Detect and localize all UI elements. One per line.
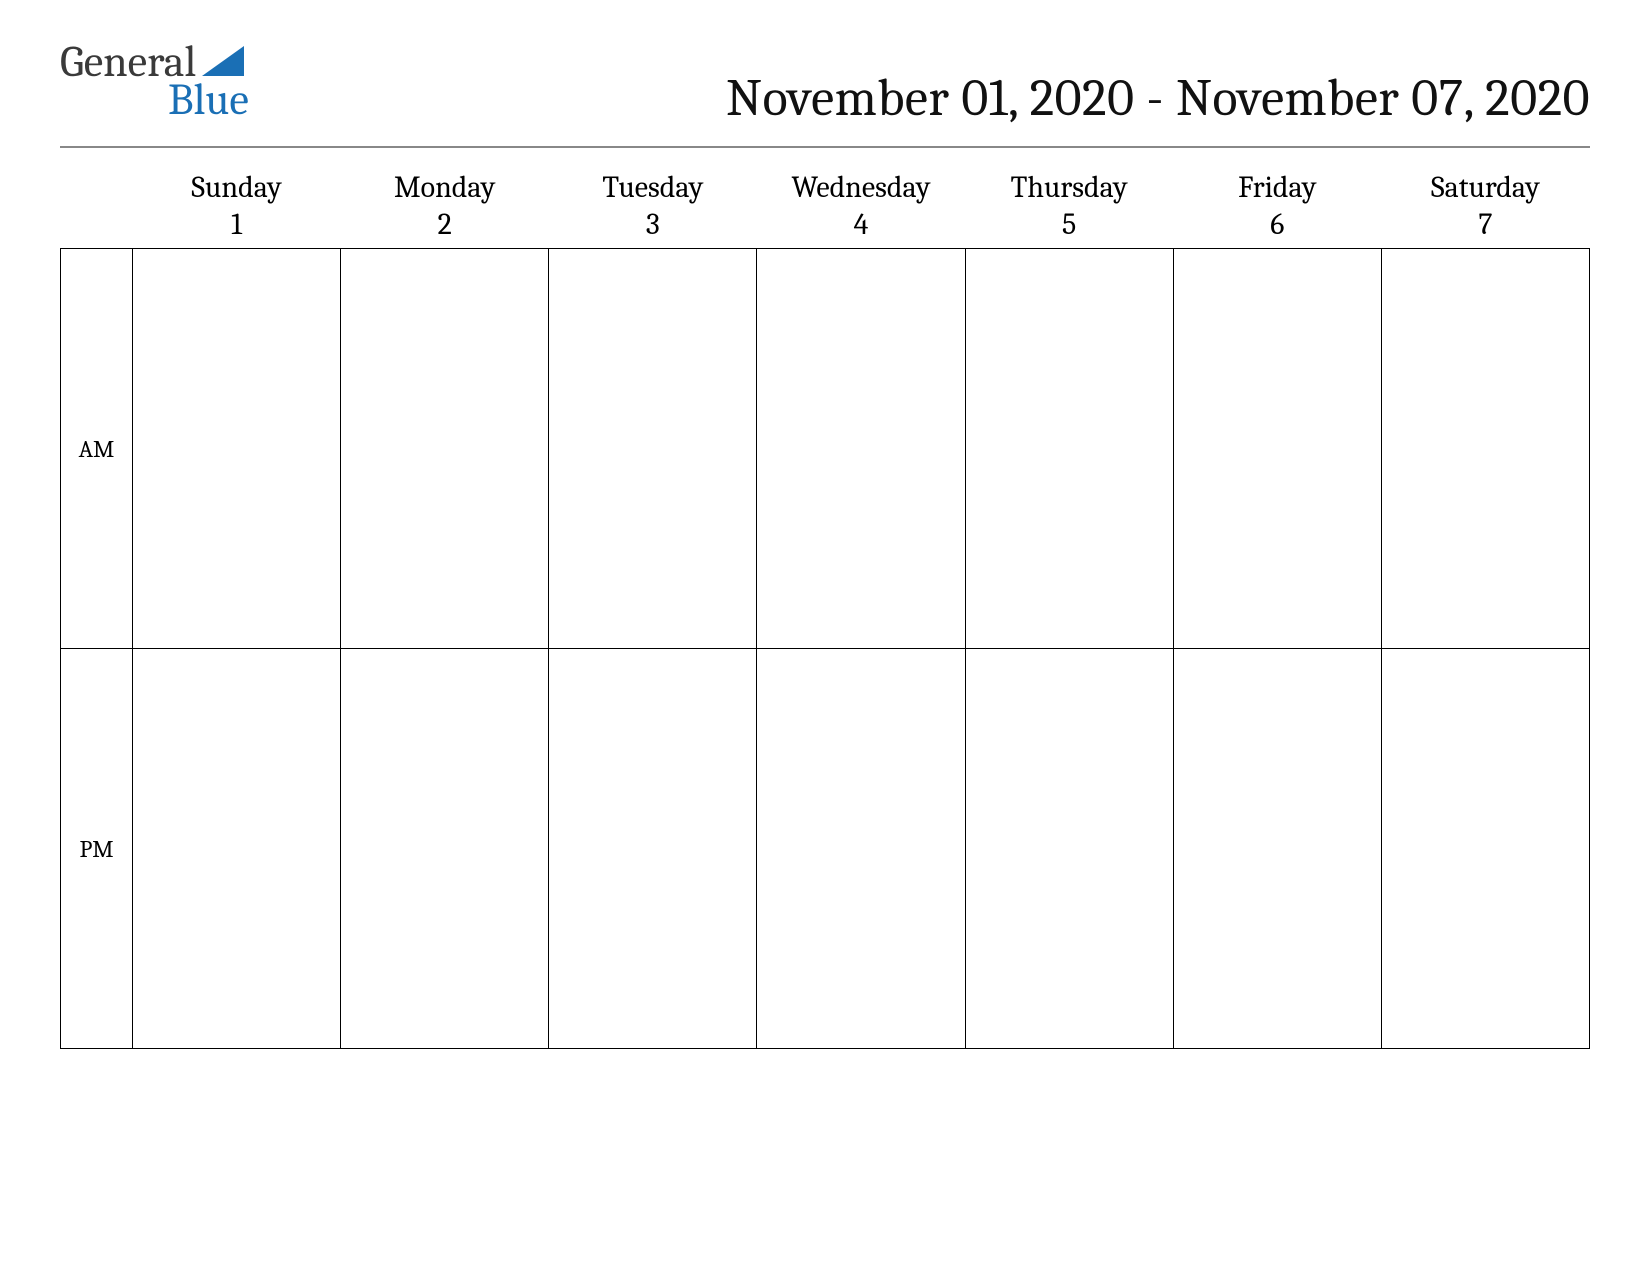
cell-am-thursday xyxy=(965,249,1173,649)
day-number: 1 xyxy=(133,207,341,242)
day-header-sunday: Sunday 1 xyxy=(133,166,341,249)
header-corner xyxy=(61,166,133,249)
logo-word-blue: Blue xyxy=(168,78,249,122)
day-name: Tuesday xyxy=(549,170,757,205)
page-title: November 01, 2020 - November 07, 2020 xyxy=(726,68,1590,128)
day-header-wednesday: Wednesday 4 xyxy=(757,166,965,249)
day-header-row: Sunday 1 Monday 2 Tuesday 3 Wednesday 4 … xyxy=(61,166,1590,249)
day-number: 7 xyxy=(1381,207,1589,242)
day-name: Friday xyxy=(1173,170,1381,205)
cell-am-tuesday xyxy=(549,249,757,649)
day-number: 6 xyxy=(1173,207,1381,242)
logo: General Blue xyxy=(60,40,249,122)
day-number: 5 xyxy=(965,207,1173,242)
cell-am-saturday xyxy=(1381,249,1589,649)
weekly-calendar: Sunday 1 Monday 2 Tuesday 3 Wednesday 4 … xyxy=(60,166,1590,1049)
cell-pm-saturday xyxy=(1381,649,1589,1049)
period-label-am: AM xyxy=(61,249,133,649)
day-header-saturday: Saturday 7 xyxy=(1381,166,1589,249)
cell-am-sunday xyxy=(133,249,341,649)
day-number: 3 xyxy=(549,207,757,242)
day-number: 2 xyxy=(341,207,549,242)
cell-pm-tuesday xyxy=(549,649,757,1049)
cell-am-monday xyxy=(341,249,549,649)
cell-pm-monday xyxy=(341,649,549,1049)
day-name: Saturday xyxy=(1381,170,1589,205)
cell-pm-wednesday xyxy=(757,649,965,1049)
cell-pm-thursday xyxy=(965,649,1173,1049)
cell-am-friday xyxy=(1173,249,1381,649)
pm-row: PM xyxy=(61,649,1590,1049)
cell-am-wednesday xyxy=(757,249,965,649)
cell-pm-sunday xyxy=(133,649,341,1049)
day-name: Monday xyxy=(341,170,549,205)
day-header-friday: Friday 6 xyxy=(1173,166,1381,249)
day-header-monday: Monday 2 xyxy=(341,166,549,249)
day-name: Sunday xyxy=(133,170,341,205)
header-divider xyxy=(60,146,1590,148)
day-name: Wednesday xyxy=(757,170,965,205)
day-name: Thursday xyxy=(965,170,1173,205)
period-label-pm: PM xyxy=(61,649,133,1049)
cell-pm-friday xyxy=(1173,649,1381,1049)
day-header-tuesday: Tuesday 3 xyxy=(549,166,757,249)
day-number: 4 xyxy=(757,207,965,242)
header-row: General Blue November 01, 2020 - Novembe… xyxy=(60,40,1590,128)
day-header-thursday: Thursday 5 xyxy=(965,166,1173,249)
am-row: AM xyxy=(61,249,1590,649)
